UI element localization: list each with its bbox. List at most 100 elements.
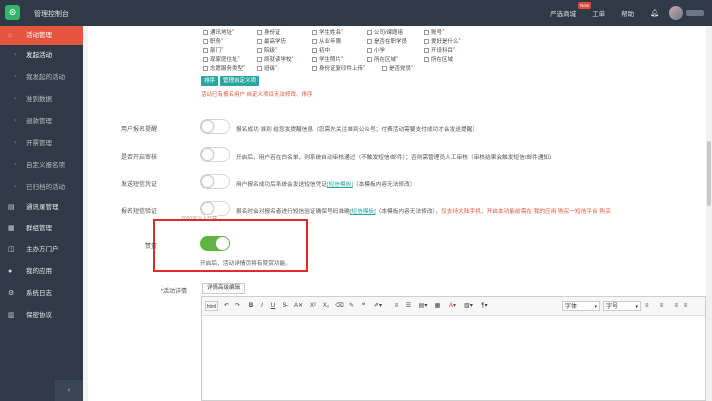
eraser-icon[interactable]: ⌫ xyxy=(335,301,344,311)
html-button[interactable]: html xyxy=(205,301,218,311)
checkbox-box[interactable] xyxy=(203,65,208,71)
field-checkbox[interactable]: 所在区域 * xyxy=(367,55,398,63)
checklist-icon[interactable]: ▤▾ xyxy=(416,301,430,311)
checkbox-box[interactable] xyxy=(312,29,317,35)
font-family-select[interactable]: 字体 ▾ xyxy=(562,301,600,311)
checkbox-box[interactable] xyxy=(424,56,429,62)
strikethrough-icon[interactable]: S̶ xyxy=(280,301,289,311)
field-checkbox[interactable]: 从业年限 xyxy=(312,37,341,45)
field-checkbox[interactable]: 公司/课题组 xyxy=(367,28,403,36)
sidebar-item-invoice[interactable]: › 开票管理 xyxy=(0,134,83,153)
audit-toggle[interactable] xyxy=(200,147,230,162)
font-color-icon[interactable]: A▾ xyxy=(446,301,459,311)
sidebar-item-data[interactable]: › 准到数据 xyxy=(0,90,83,109)
sidebar-collapse-button[interactable]: ‹ xyxy=(55,380,83,401)
scrollbar-thumb[interactable] xyxy=(707,141,711,206)
checkbox-box[interactable] xyxy=(424,29,429,35)
field-checkbox[interactable]: 是否党员 * xyxy=(382,64,413,72)
align-left-icon[interactable]: ≡ xyxy=(645,301,654,311)
page-scrollbar[interactable] xyxy=(706,26,712,401)
italic-icon[interactable]: I xyxy=(258,301,266,311)
field-checkbox[interactable]: 账号 * xyxy=(424,28,444,36)
workorder-link[interactable]: 工单 xyxy=(592,8,605,18)
checkbox-box[interactable] xyxy=(257,29,262,35)
format-brush-icon[interactable]: ✎ xyxy=(347,301,356,311)
like-toggle[interactable] xyxy=(200,236,230,251)
checkbox-box[interactable] xyxy=(312,56,317,62)
sidebar-group-logs[interactable]: ⚙ 系统日志 xyxy=(0,284,83,303)
table-icon[interactable]: ▦ xyxy=(433,301,442,311)
field-checkbox[interactable]: 班级 * xyxy=(257,64,277,72)
manage-custom-fields-button[interactable]: 管理自定义项 xyxy=(220,76,260,86)
checkbox-box[interactable] xyxy=(312,47,317,53)
checkbox-box[interactable] xyxy=(203,38,208,44)
justify-icon[interactable]: ≡ xyxy=(681,301,690,311)
sms-toggle[interactable] xyxy=(200,174,230,189)
avatar[interactable] xyxy=(669,6,683,20)
store-link[interactable]: 严选商城 New xyxy=(550,2,592,18)
verify-template-link[interactable]: [短信模板] xyxy=(350,209,376,215)
checkbox-box[interactable] xyxy=(257,47,262,53)
app-logo-icon[interactable]: ⊙ xyxy=(5,5,20,20)
advanced-editor-tab[interactable]: 详情高级编辑 xyxy=(202,283,246,294)
checkbox-box[interactable] xyxy=(424,47,429,53)
ordered-list-icon[interactable]: ≡ xyxy=(392,301,401,311)
clear-format-icon[interactable]: A✕ xyxy=(293,301,304,311)
field-checkbox[interactable]: 开设科目 * xyxy=(424,46,455,54)
sidebar-group-activity[interactable]: ⌂ 活动管理 xyxy=(0,26,83,45)
field-checkbox[interactable]: 院级 * xyxy=(257,46,277,54)
sidebar-item-create-activity[interactable]: › 发起活动 xyxy=(0,46,83,65)
background-color-icon[interactable]: ▧▾ xyxy=(462,301,475,311)
field-checkbox[interactable]: 是否在职学员 xyxy=(367,37,407,45)
checkbox-box[interactable] xyxy=(203,29,208,35)
font-size-select[interactable]: 字号 ▾ xyxy=(603,301,641,311)
sort-button[interactable]: 排序 xyxy=(201,76,219,86)
checkbox-box[interactable] xyxy=(203,56,208,62)
underline-icon[interactable]: U xyxy=(269,301,277,311)
checkbox-box[interactable] xyxy=(257,38,262,44)
checkbox-box[interactable] xyxy=(424,38,429,44)
field-checkbox[interactable]: 部门 * xyxy=(203,46,223,54)
sidebar-group-agreement[interactable]: ▥ 保密协议 xyxy=(0,306,83,325)
align-center-icon[interactable]: ≡ xyxy=(657,301,666,311)
quote-icon[interactable]: ❝ xyxy=(359,301,368,311)
checkbox-box[interactable] xyxy=(312,65,317,71)
field-checkbox[interactable]: 所在区域 xyxy=(424,55,453,63)
field-checkbox[interactable]: 爱好是什么 * xyxy=(424,37,461,45)
help-link[interactable]: 帮助 xyxy=(621,8,634,18)
align-right-icon[interactable]: ≡ xyxy=(669,301,678,311)
subscript-icon[interactable]: X₂ xyxy=(321,301,331,311)
sidebar-group-apps[interactable]: ● 我的应用 xyxy=(0,262,83,281)
redo-icon[interactable]: ↷ xyxy=(233,301,242,311)
checkbox-box[interactable] xyxy=(367,56,372,62)
bell-icon[interactable]: 🔔︎ xyxy=(650,9,659,17)
checkbox-box[interactable] xyxy=(367,29,372,35)
field-checkbox[interactable]: 学生照片 * xyxy=(312,55,343,63)
sidebar-item-my-activities[interactable]: › 我发起的活动 xyxy=(0,68,83,87)
field-checkbox[interactable]: 职务 * xyxy=(203,37,223,45)
field-checkbox[interactable]: 现家庭住址 * xyxy=(203,55,240,63)
field-checkbox[interactable]: 最高学历 xyxy=(257,37,286,45)
field-checkbox[interactable]: 志愿服务类型 * xyxy=(203,64,245,72)
rich-text-editor[interactable]: html ↶ ↷ B I U S̶ A✕ X² X₂ ⌫ ✎ ❝ ✐▾ ≡ ☰ … xyxy=(201,296,706,401)
reminder-toggle[interactable] xyxy=(200,119,230,134)
checkbox-box[interactable] xyxy=(257,65,262,71)
field-checkbox[interactable]: 通讯地址 * xyxy=(203,28,234,36)
paint-dropdown-icon[interactable]: ✐▾ xyxy=(371,301,385,311)
checkbox-box[interactable] xyxy=(203,47,208,53)
superscript-icon[interactable]: X² xyxy=(308,301,318,311)
field-checkbox[interactable]: 身份证复印件上传 * xyxy=(312,64,365,72)
field-checkbox[interactable]: 学生姓名 * xyxy=(312,28,343,36)
username-blurred[interactable] xyxy=(686,10,704,16)
paragraph-icon[interactable]: ¶▾ xyxy=(478,301,491,311)
app-title[interactable]: 管理控制台 xyxy=(34,9,69,19)
checkbox-box[interactable] xyxy=(382,65,387,71)
checkbox-box[interactable] xyxy=(367,38,372,44)
field-checkbox[interactable]: 小学 xyxy=(367,46,385,54)
unordered-list-icon[interactable]: ☰ xyxy=(404,301,413,311)
sms-template-link[interactable]: [短信模板] xyxy=(327,182,353,188)
undo-icon[interactable]: ↶ xyxy=(222,301,231,311)
field-checkbox[interactable]: 原就读学校 * xyxy=(257,55,294,63)
field-checkbox[interactable]: 身份证 xyxy=(257,28,281,36)
checkbox-box[interactable] xyxy=(312,38,317,44)
